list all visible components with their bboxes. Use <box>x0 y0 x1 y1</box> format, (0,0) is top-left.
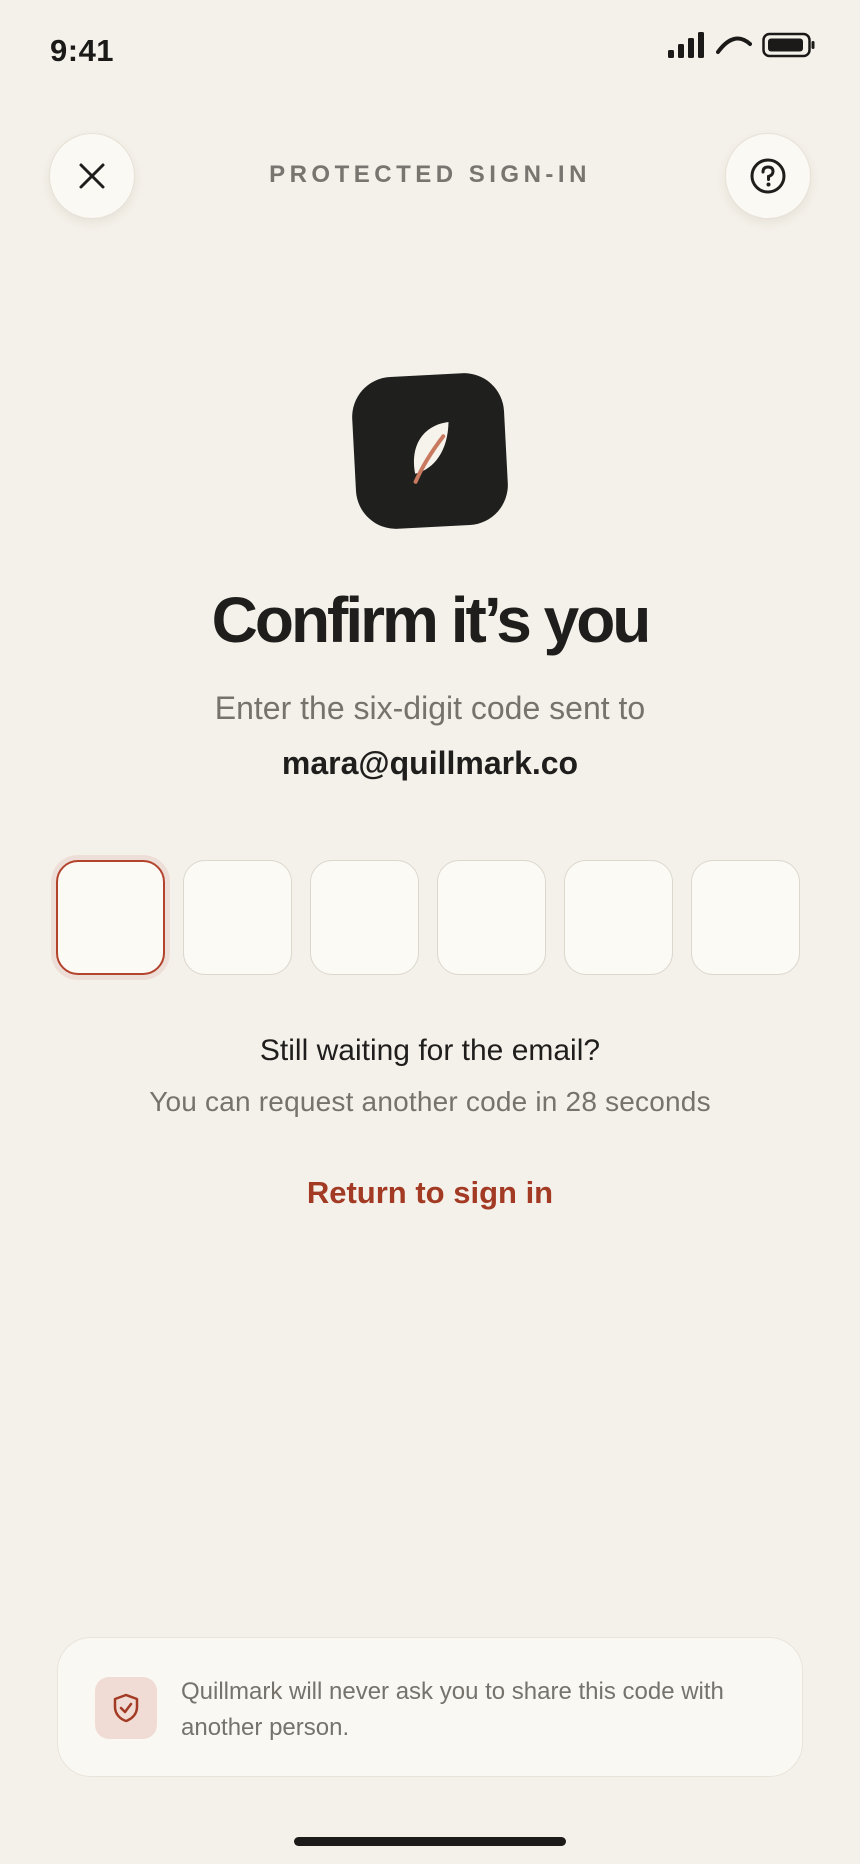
security-notice-text: Quillmark will never ask you to share th… <box>181 1678 724 1741</box>
code-input-group <box>56 860 800 975</box>
status-time: 9:41 <box>50 33 115 68</box>
code-digit-3[interactable] <box>310 860 419 975</box>
shield-check-icon <box>95 1677 157 1739</box>
status-icons <box>668 32 816 58</box>
wifi-icon <box>716 36 752 54</box>
resend-countdown: You can request another code in 28 secon… <box>149 1086 711 1117</box>
help-button[interactable] <box>725 133 811 219</box>
code-digit-5[interactable] <box>564 860 673 975</box>
code-digit-1[interactable] <box>56 860 165 975</box>
email-address: mara@quillmark.co <box>281 745 579 781</box>
instruction-text: Enter the six-digit code sent to <box>214 690 646 726</box>
home-indicator <box>294 1837 566 1846</box>
app-logo <box>350 371 510 531</box>
signal-icon <box>668 32 704 58</box>
battery-icon <box>762 32 815 58</box>
feather-icon <box>413 421 449 484</box>
return-to-sign-in-link[interactable]: Return to sign in <box>0 1175 860 1211</box>
question-icon <box>750 158 786 194</box>
code-digit-6[interactable] <box>691 860 800 975</box>
code-digit-2[interactable] <box>183 860 292 975</box>
code-digit-4[interactable] <box>437 860 546 975</box>
resend-heading: Still waiting for the email? <box>259 1034 601 1067</box>
status-bar: 9:41 <box>0 0 860 100</box>
page-title: Confirm it’s you <box>211 584 652 656</box>
security-notice-card: Quillmark will never ask you to share th… <box>57 1637 803 1777</box>
